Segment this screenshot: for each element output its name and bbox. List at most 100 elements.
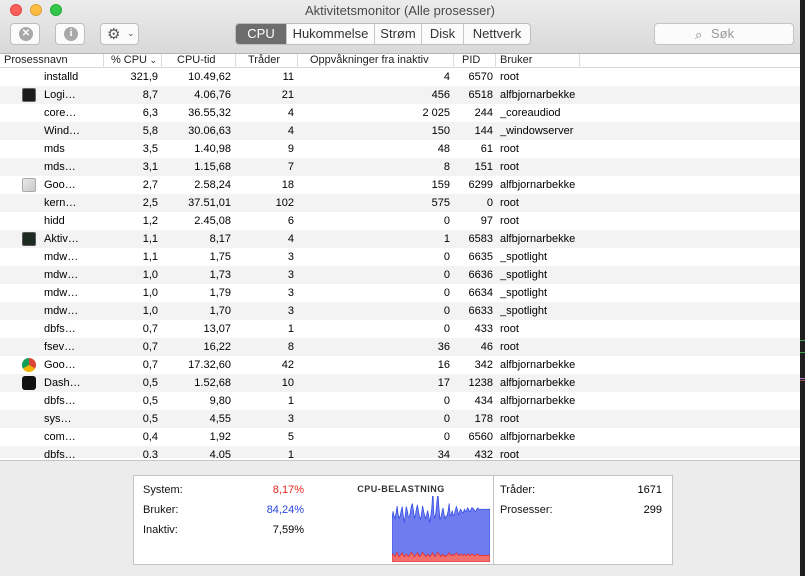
logitech-icon <box>22 88 36 102</box>
cpu-percent-cell: 3,5 <box>142 143 158 155</box>
cpu-time-cell: 1,92 <box>209 431 231 443</box>
info-icon: i <box>64 27 78 41</box>
tab-energy[interactable]: Strøm <box>374 24 421 44</box>
search-field[interactable]: ⌕ Søk <box>654 23 794 45</box>
table-row[interactable]: hidd 1,2 2.45,08 6 0 97 root <box>0 212 800 230</box>
action-menu-button[interactable]: ⚙ ⌄ <box>100 23 139 45</box>
pid-cell: 6634 <box>468 287 493 299</box>
cpu-time-cell: 37.51,01 <box>188 197 231 209</box>
threads-cell: 42 <box>281 359 294 371</box>
table-row[interactable]: dbfs… 0,3 4,05 1 34 432 root <box>0 446 800 458</box>
process-table[interactable]: installd 321,9 10.49,62 11 4 6570 root Logi… 8,7… <box>0 68 800 458</box>
table-row[interactable]: com… 0,4 1,92 5 0 6560 alfbjornarbekke <box>0 428 800 446</box>
table-row[interactable]: mds 3,5 1.40,98 9 48 61 root <box>0 140 800 158</box>
table-row[interactable]: installd 321,9 10.49,62 11 4 6570 root <box>0 68 800 86</box>
table-row[interactable]: mdw… 1,0 1,73 3 0 6636 _spotlight <box>0 266 800 284</box>
pid-cell: 6636 <box>468 269 493 281</box>
table-row[interactable]: dbfs… 0,7 13,07 1 0 433 root <box>0 320 800 338</box>
pid-cell: 97 <box>480 215 493 227</box>
wakeups-cell: 48 <box>437 143 450 155</box>
activity-monitor-window: Aktivitetsmonitor (Alle prosesser) ✕ i ⚙… <box>0 0 800 576</box>
table-row[interactable]: fsev… 0,7 16,22 8 36 46 root <box>0 338 800 356</box>
cpu-percent-cell: 8,7 <box>142 89 158 101</box>
threads-cell: 6 <box>287 215 294 227</box>
table-row[interactable]: mds… 3,1 1.15,68 7 8 151 root <box>0 158 800 176</box>
cpu-time-cell: 1,70 <box>209 305 231 317</box>
wakeups-cell: 0 <box>443 287 450 299</box>
table-row[interactable]: mdw… 1,0 1,70 3 0 6633 _spotlight <box>0 302 800 320</box>
table-row[interactable]: core… 6,3 36.55,32 4 2 025 244 _coreaudiod <box>0 104 800 122</box>
table-row[interactable]: kern… 2,5 37.51,01 102 575 0 root <box>0 194 800 212</box>
cpu-percent-cell: 1,0 <box>142 305 158 317</box>
tab-network[interactable]: Nettverk <box>463 24 530 44</box>
cpu-percent-cell: 0,4 <box>142 431 158 443</box>
inspect-process-button[interactable]: i <box>55 23 85 45</box>
threads-cell: 3 <box>287 305 294 317</box>
cpu-percent-cell: 0,5 <box>142 413 158 425</box>
pid-cell: 433 <box>474 323 493 335</box>
threads-cell: 8 <box>287 341 294 353</box>
cpu-summary-panel: System: 8,17% Bruker: 84,24% Inaktiv: 7,… <box>0 460 800 576</box>
table-row[interactable]: sys… 0,5 4,55 3 0 178 root <box>0 410 800 428</box>
cpu-percent-cell: 0,5 <box>142 395 158 407</box>
chevron-down-icon: ⌄ <box>127 28 135 38</box>
user-cell: _spotlight <box>500 251 548 263</box>
wakeups-cell: 0 <box>443 413 450 425</box>
stop-process-button[interactable]: ✕ <box>10 23 40 45</box>
cpu-time-cell: 1,73 <box>209 269 231 281</box>
column-header-cpu[interactable]: % CPU ⌄ <box>104 54 162 68</box>
cpu-time-cell: 4,05 <box>209 449 231 458</box>
pid-cell: 178 <box>474 413 493 425</box>
table-row[interactable]: dbfs… 0,5 9,80 1 0 434 alfbjornarbekke <box>0 392 800 410</box>
column-header-cpu-time[interactable]: CPU-tid <box>162 54 236 68</box>
cpu-time-cell: 30.06,63 <box>188 125 231 137</box>
cpu-percent-cell: 0,7 <box>142 323 158 335</box>
dashboard-icon <box>22 376 36 390</box>
table-row[interactable]: Goo… 2,7 2.58,24 18 159 6299 alfbjornarbekke <box>0 176 800 194</box>
cpu-percent-cell: 1,0 <box>142 287 158 299</box>
user-label: Bruker: <box>143 504 179 516</box>
table-row[interactable]: mdw… 1,0 1,79 3 0 6634 _spotlight <box>0 284 800 302</box>
column-header-threads[interactable]: Tråder <box>236 54 298 68</box>
cpu-time-cell: 1.15,68 <box>194 161 231 173</box>
threads-cell: 3 <box>287 269 294 281</box>
threads-cell: 4 <box>287 233 294 245</box>
system-label: System: <box>143 484 183 496</box>
cpu-percent-cell: 1,1 <box>142 233 158 245</box>
table-row[interactable]: Aktiv… 1,1 8,17 4 1 6583 alfbjornarbekke <box>0 230 800 248</box>
wakeups-cell: 0 <box>443 251 450 263</box>
sort-descending-icon: ⌄ <box>149 55 157 65</box>
table-row[interactable]: Logi… 8,7 4.06,76 21 456 6518 alfbjornarbekke <box>0 86 800 104</box>
column-header-pid[interactable]: PID <box>454 54 496 68</box>
table-row[interactable]: Goo… 0,7 17.32,60 42 16 342 alfbjornarbekke <box>0 356 800 374</box>
table-row[interactable]: mdw… 1,1 1,75 3 0 6635 _spotlight <box>0 248 800 266</box>
search-placeholder: Søk <box>711 26 735 41</box>
process-name-cell: hidd <box>44 215 65 227</box>
user-cell: root <box>500 413 519 425</box>
system-stats-box: Tråder: 1671 Prosesser: 299 <box>493 475 673 565</box>
cpu-percent-cell: 0,7 <box>142 359 158 371</box>
column-header-user[interactable]: Bruker <box>496 54 580 68</box>
table-row[interactable]: Dash… 0,5 1.52,68 10 17 1238 alfbjornarbekke <box>0 374 800 392</box>
threads-cell: 7 <box>287 161 294 173</box>
tab-disk[interactable]: Disk <box>421 24 463 44</box>
cpu-time-cell: 1.40,98 <box>194 143 231 155</box>
chrome-icon <box>22 358 36 372</box>
threads-cell: 3 <box>287 287 294 299</box>
column-header-wakeups[interactable]: Oppvåkninger fra inaktiv <box>298 54 454 68</box>
cpu-time-cell: 1,79 <box>209 287 231 299</box>
threads-label: Tråder: <box>500 484 536 496</box>
process-name-cell: dbfs… <box>44 449 76 458</box>
user-cell: _windowserver <box>500 125 574 137</box>
threads-value: 1671 <box>637 484 662 496</box>
cpu-percent-cell: 6,3 <box>142 107 158 119</box>
column-header-process-name[interactable]: Prosessnavn <box>0 54 104 68</box>
cpu-load-title: CPU-BELASTNING <box>357 484 445 494</box>
cpu-load-box: CPU-BELASTNING <box>312 475 494 565</box>
pid-cell: 342 <box>474 359 493 371</box>
tab-memory[interactable]: Hukommelse <box>286 24 374 44</box>
table-row[interactable]: Wind… 5,8 30.06,63 4 150 144 _windowserver <box>0 122 800 140</box>
wakeups-cell: 17 <box>437 377 450 389</box>
tab-cpu[interactable]: CPU <box>236 24 286 44</box>
threads-cell: 3 <box>287 413 294 425</box>
